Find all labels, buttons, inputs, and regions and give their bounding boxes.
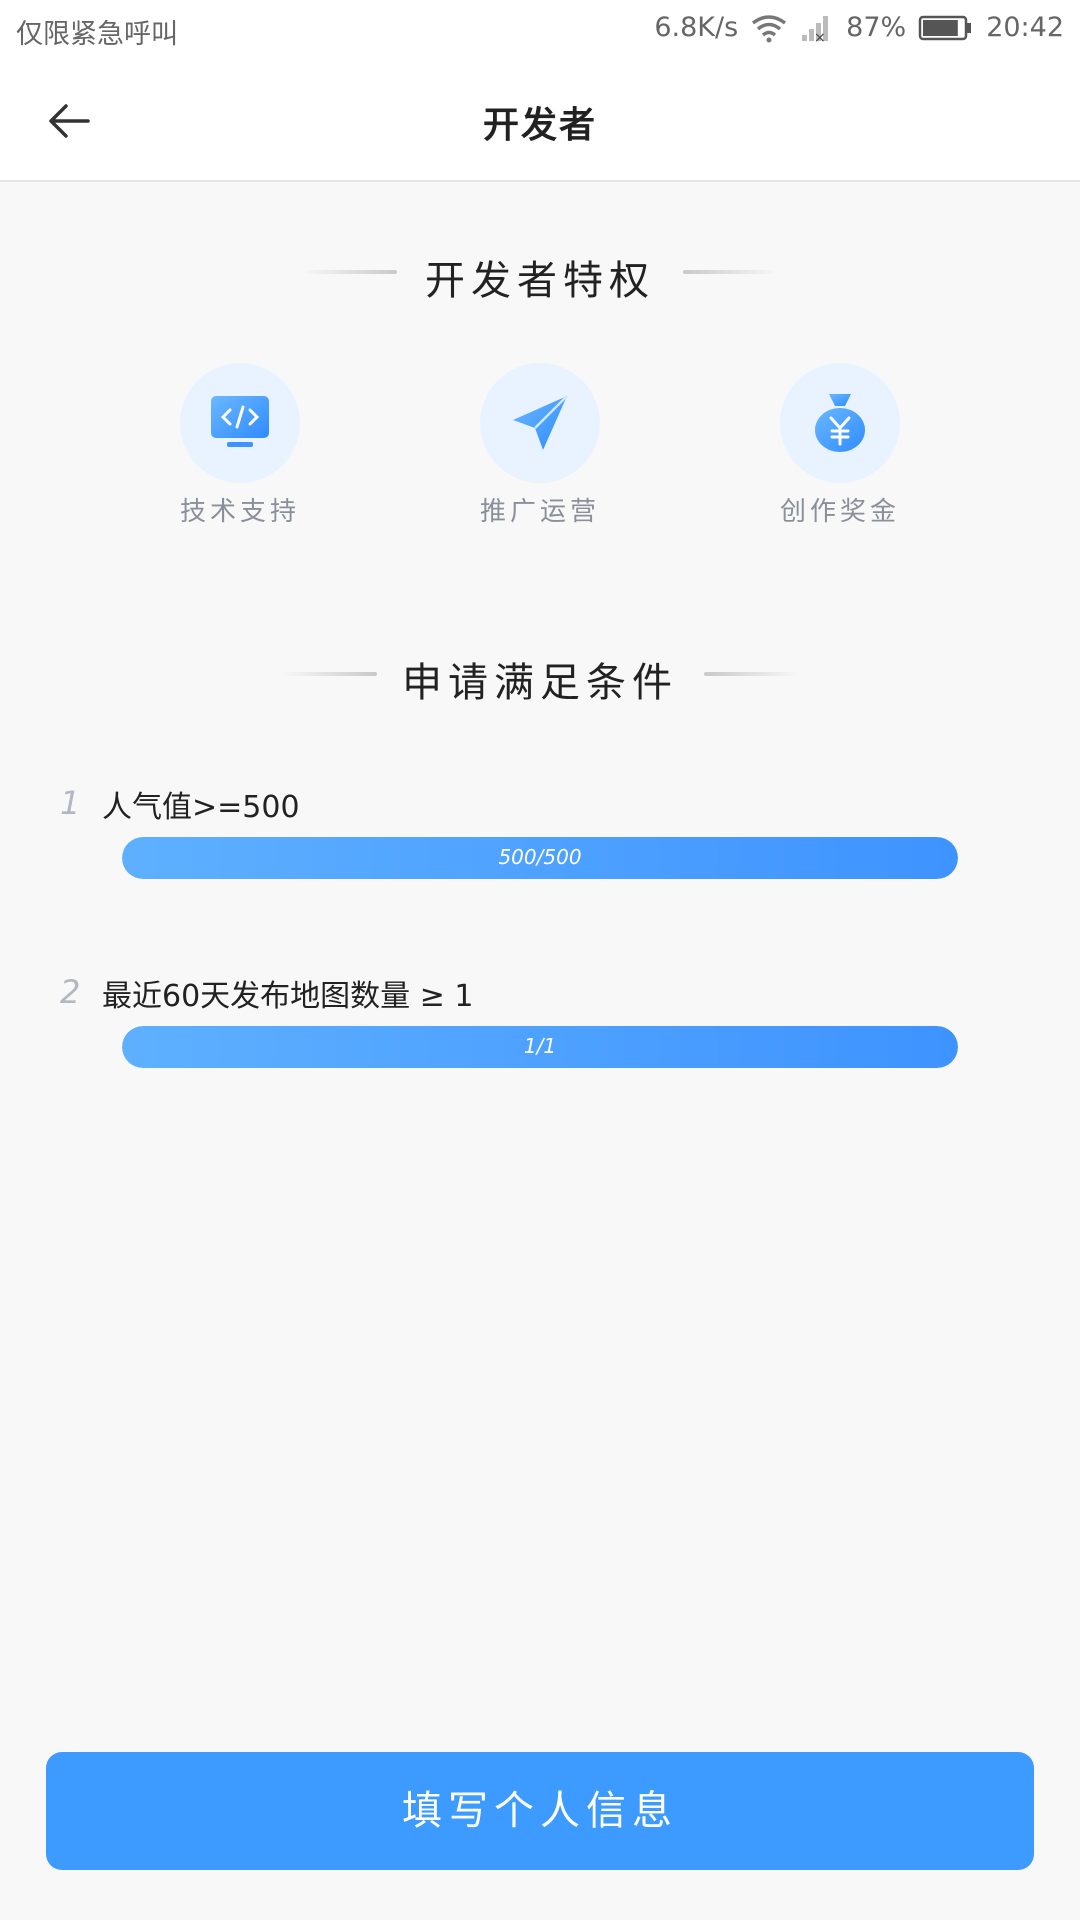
progress-text: 500/500 [498, 845, 582, 869]
privilege-icon-circle [480, 363, 600, 483]
privilege-label: 推广运营 [479, 497, 600, 527]
privilege-tech-support[interactable]: 技术支持 [150, 363, 330, 528]
progress-bar: 1/1 [122, 1026, 958, 1068]
privilege-label: 技术支持 [179, 497, 300, 527]
condition-number: 1 [60, 784, 81, 822]
money-bag-icon [815, 394, 865, 452]
conditions-title: 申请满足条件 [402, 660, 678, 706]
carrier-text: 仅限紧急呼叫 [16, 19, 178, 50]
paper-plane-icon [513, 395, 568, 450]
condition-text: 最近60天发布地图数量 ≥ 1 [102, 979, 474, 1014]
status-icons: 6.8K/s × 87% 20:42 [654, 12, 1064, 43]
battery-percent: 87% [846, 12, 907, 43]
title-divider-right [683, 270, 778, 274]
wifi-icon [750, 13, 788, 43]
progress-bar: 500/500 [122, 837, 958, 879]
privilege-icon-circle [780, 363, 900, 483]
status-bar: 仅限紧急呼叫 6.8K/s × 87% 20:42 [0, 0, 1080, 62]
privilege-label: 创作奖金 [779, 497, 900, 527]
battery-icon [918, 13, 974, 43]
fill-info-button[interactable]: 填写个人信息 [46, 1752, 1034, 1870]
condition-text: 人气值>=500 [102, 790, 300, 825]
progress-text: 1/1 [523, 1034, 557, 1058]
condition-number: 2 [60, 973, 81, 1011]
net-speed: 6.8K/s [654, 12, 739, 43]
developer-screen: 仅限紧急呼叫 6.8K/s × 87% 20:42 开发者 开发者特权 技术支持… [0, 0, 1080, 1920]
svg-text:×: × [814, 30, 826, 43]
clock: 20:42 [986, 12, 1064, 43]
privilege-icon-circle [180, 363, 300, 483]
page-title: 开发者 [482, 105, 597, 146]
code-monitor-icon [211, 396, 269, 447]
cell-signal-icon: × [800, 13, 834, 43]
title-divider-right [704, 672, 799, 676]
privilege-creation-bonus[interactable]: 创作奖金 [750, 363, 930, 528]
app-header: 开发者 [0, 62, 1080, 182]
privileges-title: 开发者特权 [425, 258, 655, 304]
privilege-promotion[interactable]: 推广运营 [450, 363, 630, 528]
